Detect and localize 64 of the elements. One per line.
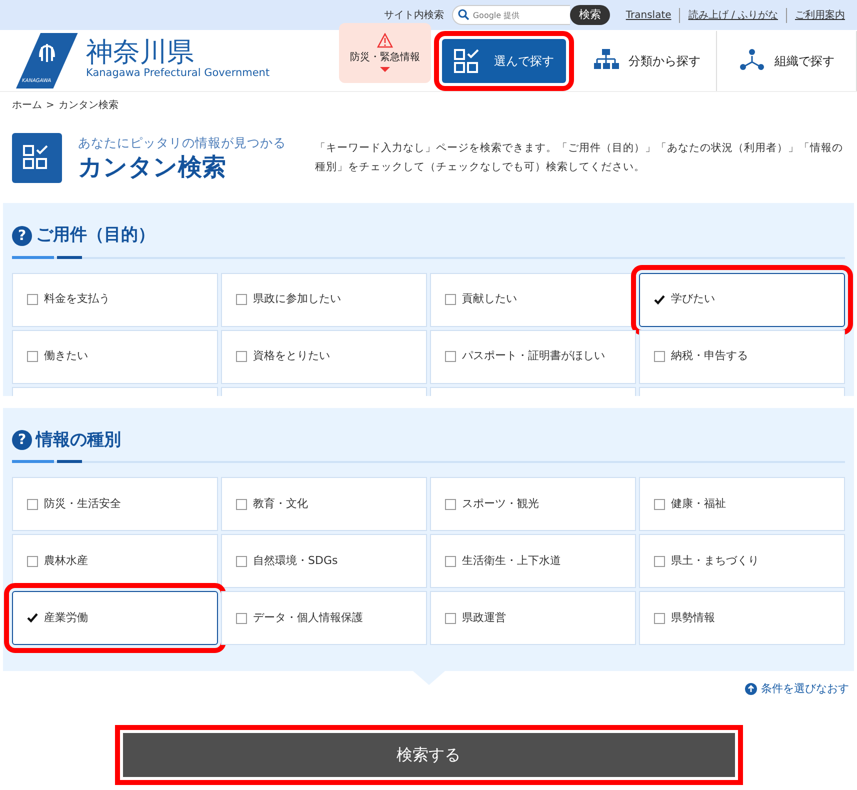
- checkbox-option[interactable]: スポーツ・観光: [430, 477, 636, 531]
- checkbox[interactable]: [236, 612, 247, 624]
- checkbox-option[interactable]: 県土・まちづくり: [639, 534, 845, 588]
- checkbox[interactable]: [236, 556, 247, 566]
- utility-link[interactable]: 読み上げ / ふりがな: [679, 8, 786, 22]
- checkbox-option[interactable]: 県政に参加したい: [221, 272, 427, 326]
- checkbox[interactable]: [445, 351, 456, 362]
- search-label: サイト内検索: [384, 8, 444, 22]
- checkbox-option[interactable]: 料金を支払う: [12, 272, 218, 326]
- caret-down-icon: [380, 67, 390, 72]
- utility-link[interactable]: ご利用案内: [786, 8, 853, 22]
- checkbox[interactable]: [445, 556, 456, 566]
- checkbox[interactable]: [654, 498, 665, 510]
- search-icon: [458, 9, 469, 20]
- breadcrumb-link[interactable]: ホーム: [12, 98, 42, 113]
- checkbox-option[interactable]: 県政運営: [430, 591, 636, 645]
- search-button[interactable]: 検索: [570, 5, 610, 25]
- search-field[interactable]: Google 提供: [452, 5, 570, 25]
- help-icon: ?: [12, 226, 32, 246]
- checkbox[interactable]: [236, 351, 247, 362]
- logo-title: 神奈川県: [86, 39, 194, 66]
- logo-subtitle: Kanagawa Prefectural Government: [86, 66, 270, 82]
- checkbox[interactable]: [27, 498, 38, 510]
- checkbox[interactable]: [236, 498, 247, 510]
- page-description: 「キーワード入力なし」ページを検索できます。「ご用件（目的）」「あなたの状況（利用者）」「情報の種別」をチェックして（チェックなしでも可）検索してください。: [315, 141, 844, 175]
- checkbox[interactable]: [27, 351, 38, 362]
- checkbox-option[interactable]: 納税・申告する: [639, 330, 845, 384]
- page-subtitle: あなたにピッタリの情報が見つかる: [78, 134, 286, 152]
- breadcrumb-current: カンタン検索: [58, 98, 118, 113]
- checkbox-option[interactable]: 県勢情報: [639, 591, 845, 645]
- checkbox-option[interactable]: 働きたい: [12, 330, 218, 384]
- checkbox-option[interactable]: 教育・文化: [221, 477, 427, 531]
- checkbox[interactable]: [445, 498, 456, 510]
- checkbox[interactable]: [654, 556, 665, 566]
- nav-button[interactable]: 選んで探す: [442, 38, 566, 82]
- checkbox-option[interactable]: 健康・福祉: [639, 477, 845, 531]
- section-title: 情報の種別: [36, 428, 121, 452]
- checkbox[interactable]: [654, 612, 665, 624]
- checkbox-option[interactable]: パスポート・証明書がほしい: [430, 330, 636, 384]
- page-title: カンタン検索: [78, 152, 227, 182]
- checklist-icon: [454, 48, 480, 74]
- checkbox-option[interactable]: 自然環境・SDGs: [221, 534, 427, 588]
- help-icon: ?: [12, 430, 32, 450]
- checkbox[interactable]: [27, 556, 38, 566]
- page-title-icon: [12, 133, 62, 183]
- checkbox[interactable]: [654, 351, 665, 362]
- checkmark-icon: [27, 613, 38, 623]
- checkbox-option[interactable]: 防災・生活安全: [12, 477, 218, 531]
- warning-icon: [377, 33, 393, 48]
- checkbox[interactable]: [445, 294, 456, 305]
- emblem-symbol-icon: [38, 42, 56, 62]
- checkbox-option[interactable]: 資格をとりたい: [221, 330, 427, 384]
- section-title: ご用件（目的）: [36, 224, 155, 247]
- utility-link[interactable]: Translate: [618, 8, 680, 22]
- arrow-up-circle-icon: [745, 683, 757, 696]
- checkbox[interactable]: [27, 294, 38, 305]
- checkbox-option[interactable]: 生活衛生・上下水道: [430, 534, 636, 588]
- checkbox[interactable]: [445, 612, 456, 624]
- checkbox[interactable]: [236, 294, 247, 305]
- checkbox-option[interactable]: データ・個人情報保護: [221, 591, 427, 645]
- breadcrumb-separator: >: [46, 99, 54, 113]
- reset-link[interactable]: 条件を選びなおす: [745, 681, 849, 698]
- checkmark-icon: [654, 294, 665, 304]
- nav-button[interactable]: 防災・緊急情報: [339, 22, 431, 82]
